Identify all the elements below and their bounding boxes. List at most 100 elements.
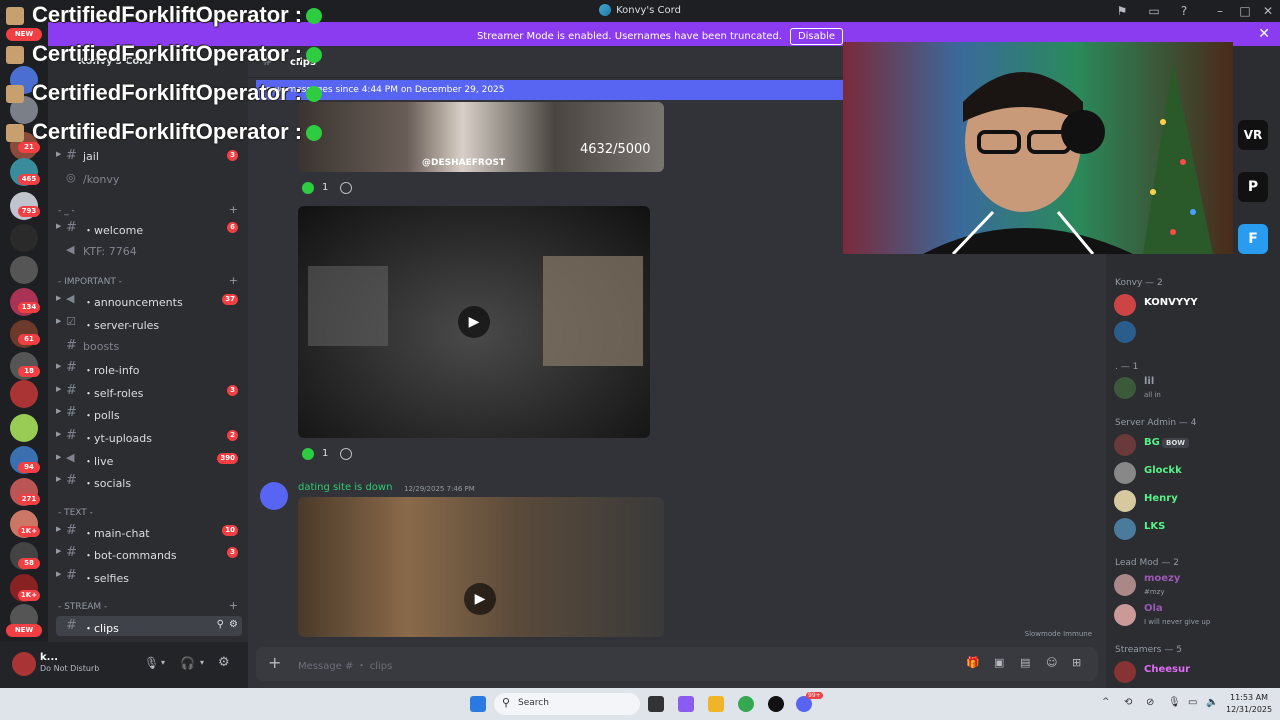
microphone-icon[interactable]: 🎙 <box>1168 697 1181 708</box>
channel-self-roles[interactable]: ▶ # ・self-roles 3 <box>56 381 242 401</box>
task-view-icon[interactable] <box>648 696 664 712</box>
member-item[interactable]: BG BOW <box>1114 433 1274 459</box>
add-reaction-icon[interactable] <box>340 448 352 460</box>
member-item[interactable]: Henry <box>1114 489 1274 515</box>
clock-date[interactable]: 12/31/2025 <box>1226 705 1272 714</box>
volume-icon[interactable]: 🔈 <box>1206 697 1218 708</box>
member-item[interactable] <box>1114 320 1274 346</box>
add-attachment-icon[interactable]: + <box>268 653 281 672</box>
member-item[interactable]: moezy #mzy <box>1114 573 1274 599</box>
settings-gear-icon[interactable]: ⚙ <box>218 655 230 670</box>
help-icon[interactable]: ? <box>1176 3 1192 19</box>
video-embed[interactable]: @DESHAEFROST 4632/5000 <box>298 102 664 172</box>
obs-icon[interactable] <box>768 696 784 712</box>
channel-socials[interactable]: ▶ # ・socials <box>56 471 242 491</box>
new-messages-bar[interactable]: new messages since 4:44 PM on December 2… <box>256 80 846 100</box>
add-channel-icon[interactable]: + <box>229 203 238 216</box>
member-item[interactable]: Ola I will never give up <box>1114 603 1274 629</box>
member-item[interactable]: lil all in <box>1114 376 1274 402</box>
collapse-arrow-icon: ▶ <box>56 407 62 415</box>
gear-icon[interactable]: ⚙ <box>229 619 238 630</box>
invite-icon[interactable]: ⚲ <box>217 619 224 630</box>
server-icon[interactable] <box>10 414 38 442</box>
channel-yt-uploads[interactable]: ▶ # ・yt-uploads 2 <box>56 426 242 446</box>
channel-boosts[interactable]: # boosts <box>56 336 242 356</box>
member-group-title: Konvy — 2 <box>1115 278 1163 288</box>
tray-icon[interactable]: ⊘ <box>1146 697 1154 708</box>
channel-polls[interactable]: ▶ # ・polls <box>56 403 242 423</box>
add-channel-icon[interactable]: + <box>229 599 238 612</box>
check-emote-icon <box>306 125 323 142</box>
video-embed[interactable]: ▶ <box>298 497 664 637</box>
reaction[interactable]: 1 <box>302 180 334 198</box>
category-important[interactable]: - IMPORTANT - <box>58 277 122 287</box>
server-icon[interactable] <box>10 380 38 408</box>
vr-app-icon[interactable]: VR <box>1238 120 1268 150</box>
reaction[interactable]: 1 <box>302 446 334 464</box>
text-channel-icon: # <box>66 618 77 633</box>
channel-live[interactable]: ▶ ◀ ・live 390 <box>56 449 242 469</box>
video-embed[interactable]: ▶ <box>298 206 650 438</box>
tray-icon[interactable]: ⟲ <box>1124 697 1132 708</box>
member-group-title: . — 1 <box>1115 362 1139 372</box>
add-reaction-icon[interactable] <box>340 182 352 194</box>
add-channel-icon[interactable]: + <box>229 274 238 287</box>
member-item[interactable]: LKS <box>1114 517 1274 543</box>
category-stream[interactable]: - STREAM - <box>58 602 107 612</box>
unread-badge: 1K+ <box>18 526 40 537</box>
taskbar-search[interactable]: ⚲ Search <box>494 693 640 715</box>
play-icon[interactable]: ▶ <box>458 306 490 338</box>
disable-streamer-mode-button[interactable]: Disable <box>789 28 844 45</box>
chevron-down-icon[interactable]: ▾ <box>161 658 165 667</box>
message-input[interactable]: Message # ・ clips <box>298 657 392 672</box>
member-item[interactable]: Cheesur <box>1114 660 1274 686</box>
close-window-icon[interactable]: ✕ <box>1260 3 1276 19</box>
channel-role-info[interactable]: ▶ # ・role-info <box>56 358 242 378</box>
headphones-icon[interactable]: 🎧 <box>180 656 195 670</box>
channel-clips[interactable]: # ・clips ⚲ ⚙ <box>56 616 242 636</box>
tshirt-emote-icon <box>6 124 24 143</box>
f-app-icon[interactable]: F <box>1238 224 1268 254</box>
banner-close-icon[interactable]: ✕ <box>1258 26 1270 42</box>
p-app-icon[interactable]: P <box>1238 172 1268 202</box>
category-text[interactable]: - TEXT - <box>58 508 93 518</box>
server-icon[interactable] <box>10 256 38 284</box>
channel-jail[interactable]: ▶ # jail 3 <box>56 146 242 166</box>
screen-icon[interactable]: ▭ <box>1146 3 1162 19</box>
channel-main-chat[interactable]: ▶ # ・main-chat 10 <box>56 521 242 541</box>
avatar[interactable] <box>260 482 288 510</box>
gift-icon[interactable]: 🎁 <box>966 656 980 669</box>
chevron-up-icon[interactable]: ^ <box>1102 697 1110 707</box>
channel-konvy[interactable]: ◎ /konvy <box>56 169 242 189</box>
rules-icon: ☑ <box>66 315 76 328</box>
category-misc[interactable]: - _ - <box>58 206 75 216</box>
network-icon[interactable]: ▭ <box>1188 697 1197 708</box>
member-item[interactable]: Glockk <box>1114 461 1274 487</box>
apps-icon[interactable]: ⊞ <box>1072 656 1081 669</box>
minimize-icon[interactable]: – <box>1212 3 1228 19</box>
chevron-down-icon[interactable]: ▾ <box>200 658 204 667</box>
channel-bot-commands[interactable]: ▶ # ・bot-commands 3 <box>56 543 242 563</box>
channel-server-rules[interactable]: ▶ ☑ ・server-rules <box>56 313 242 333</box>
sticker-icon[interactable]: ▤ <box>1020 656 1030 669</box>
gif-icon[interactable]: ▣ <box>994 656 1004 669</box>
channel-selfies[interactable]: ▶ # ・selfies <box>56 566 242 586</box>
channel-announcements[interactable]: ▶ ◀ ・announcements 37 <box>56 290 242 310</box>
maximize-icon[interactable]: □ <box>1237 3 1253 19</box>
channel-ktf[interactable]: ◀ KTF: 7764 <box>56 241 242 261</box>
avatar[interactable] <box>12 652 36 676</box>
message-composer[interactable]: + Message # ・ clips 🎁 ▣ ▤ ☺ ⊞ <box>256 647 1098 681</box>
file-explorer-icon[interactable] <box>708 696 724 712</box>
server-icon[interactable] <box>10 224 38 252</box>
copilot-icon[interactable] <box>678 696 694 712</box>
channel-welcome[interactable]: ▶ # ・welcome 6 <box>56 218 242 238</box>
inbox-flag-icon[interactable]: ⚑ <box>1114 3 1130 19</box>
message-author[interactable]: dating site is down <box>298 482 392 493</box>
member-item[interactable]: KONVYYY <box>1114 293 1274 319</box>
chrome-icon[interactable] <box>738 696 754 712</box>
microphone-icon[interactable]: 🎙 <box>144 656 159 670</box>
play-icon[interactable]: ▶ <box>464 583 496 615</box>
windows-start-icon[interactable] <box>470 696 486 712</box>
emoji-icon[interactable]: ☺ <box>1046 656 1057 669</box>
clock-time[interactable]: 11:53 AM <box>1226 693 1272 702</box>
